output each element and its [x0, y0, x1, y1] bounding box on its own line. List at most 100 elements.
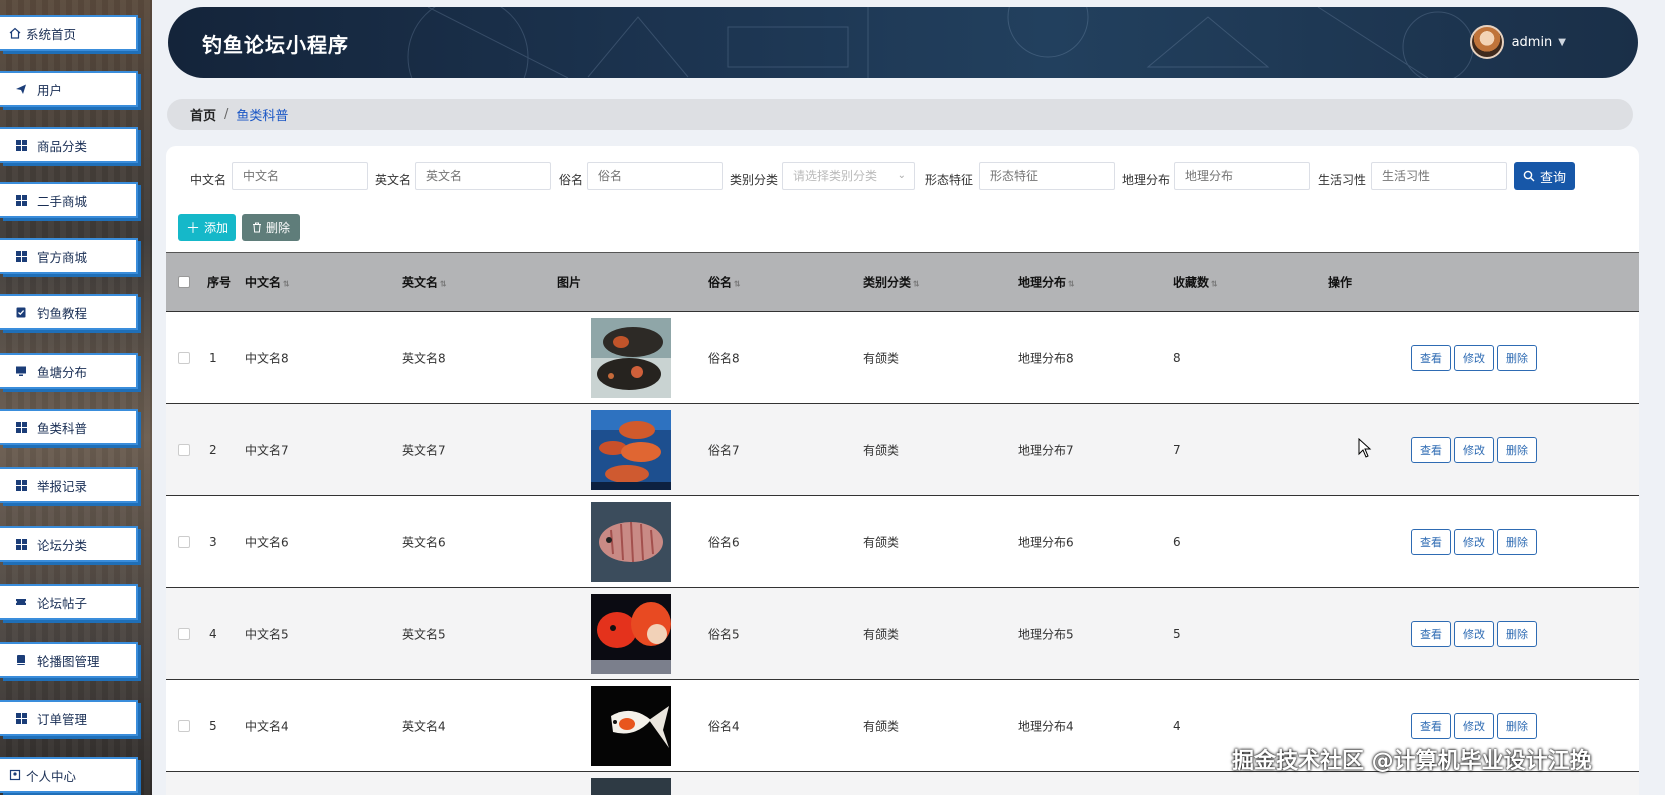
delete-button[interactable]: 删除: [1497, 620, 1537, 647]
sidebar-item-fish-science[interactable]: 鱼类科普: [0, 409, 138, 445]
search-label-cn-name: 中文名: [190, 173, 227, 187]
cell-cn-name: 中文名7: [245, 443, 289, 457]
fish-image-striped-cichlid[interactable]: [591, 501, 671, 582]
breadcrumb-separator: /: [224, 107, 229, 122]
delete-button[interactable]: 删除: [1497, 344, 1537, 371]
grid-icon: [14, 711, 28, 725]
add-button[interactable]: ＋ 添加: [178, 214, 236, 241]
fish-image-oscar-aquarium[interactable]: [591, 409, 671, 490]
sidebar-item-order-management[interactable]: 订单管理: [0, 700, 138, 736]
column-header-image: 图片: [557, 275, 582, 290]
row-checkbox[interactable]: [178, 627, 190, 640]
table-header: 序号 中文名 ⇅ 英文名 ⇅ 图片 俗名 ⇅ 类别分类 ⇅ 地理分布 ⇅ 收藏数 ⇅ 操作: [166, 253, 1639, 312]
sidebar-item-users[interactable]: 用户: [0, 71, 138, 107]
sidebar-item-fish-pond-map[interactable]: 鱼塘分布: [0, 353, 138, 389]
edit-button[interactable]: 修改: [1454, 528, 1494, 555]
query-button[interactable]: 查询: [1514, 162, 1575, 190]
sidebar-item-label: 商品分类: [37, 138, 88, 154]
row-checkbox[interactable]: [178, 443, 190, 456]
table-row: 1 中文名8 英文名8 俗名8 有颌类 地理分布8 8 查看 修改 删除: [166, 312, 1639, 404]
cell-index: 2: [209, 442, 217, 457]
breadcrumb-home[interactable]: 首页: [190, 105, 216, 124]
sidebar: 系统首页 用户 商品分类 二手商城 官方商城 钓鱼教程 鱼塘分布 鱼类科普 举报…: [0, 0, 152, 795]
sidebar-item-second-hand-mall[interactable]: 二手商城: [0, 182, 138, 218]
edit-button[interactable]: 修改: [1454, 344, 1494, 371]
view-button[interactable]: 查看: [1411, 436, 1451, 463]
row-actions: 查看 修改 删除: [1411, 528, 1537, 555]
sidebar-item-product-category[interactable]: 商品分类: [0, 127, 138, 163]
sidebar-item-fishing-tutorial[interactable]: 钓鱼教程: [0, 294, 138, 330]
batch-delete-button[interactable]: 删除: [242, 214, 300, 241]
row-checkbox[interactable]: [178, 719, 190, 732]
delete-button-label: 删除: [265, 221, 290, 235]
select-all-checkbox[interactable]: [178, 276, 190, 288]
search-region-input[interactable]: [1174, 162, 1310, 190]
cell-category: 有颌类: [863, 351, 900, 365]
sidebar-item-label: 举报记录: [37, 478, 88, 494]
row-checkbox[interactable]: [178, 535, 190, 548]
mouse-cursor-icon: [1358, 438, 1372, 458]
cell-index: 3: [209, 534, 217, 549]
sidebar-item-label: 论坛分类: [37, 537, 88, 553]
sidebar-item-report-records[interactable]: 举报记录: [0, 467, 138, 503]
cell-favorites: 8: [1173, 350, 1181, 365]
sidebar-item-label: 二手商城: [37, 193, 88, 209]
search-label-common-name: 俗名: [559, 173, 584, 187]
sort-icon: ⇅: [440, 279, 447, 289]
sidebar-item-home[interactable]: 系统首页: [0, 15, 138, 51]
search-en-name-input[interactable]: [415, 162, 551, 190]
cell-region: 地理分布5: [1018, 627, 1074, 641]
search-bar: 中文名 英文名 俗名 类别分类 请选择类别分类 ⌄ 形态特征 地理分布 生活习性…: [166, 162, 1639, 192]
search-cn-name-input[interactable]: [232, 162, 368, 190]
column-header-en-name[interactable]: 英文名 ⇅: [402, 274, 447, 291]
search-category-select[interactable]: 请选择类别分类 ⌄: [782, 162, 915, 190]
grid-icon: [14, 420, 28, 434]
sidebar-item-forum-posts[interactable]: 论坛帖子: [0, 584, 138, 620]
cell-cn-name: 中文名5: [245, 627, 289, 641]
search-habits-input[interactable]: [1371, 162, 1507, 190]
fish-image-oscar-dark[interactable]: [591, 317, 671, 398]
user-menu[interactable]: admin ▼: [1469, 25, 1566, 59]
trash-icon: [252, 222, 261, 233]
avatar: [1469, 25, 1504, 59]
row-actions: 查看 修改 删除: [1411, 620, 1537, 647]
search-common-name-input[interactable]: [587, 162, 723, 190]
delete-button[interactable]: 删除: [1497, 712, 1537, 739]
cell-favorites: 7: [1173, 442, 1181, 457]
column-header-favorites[interactable]: 收藏数 ⇅: [1173, 274, 1218, 291]
view-button[interactable]: 查看: [1411, 620, 1451, 647]
sidebar-item-forum-category[interactable]: 论坛分类: [0, 526, 138, 562]
sidebar-item-carousel-management[interactable]: 轮播图管理: [0, 642, 138, 678]
row-actions: 查看 修改 删除: [1411, 436, 1537, 463]
grid-icon: [14, 478, 28, 492]
cell-common-name: 俗名4: [708, 719, 740, 733]
clipboard-check-icon: [14, 305, 28, 319]
cell-favorites: 5: [1173, 626, 1181, 641]
edit-button[interactable]: 修改: [1454, 620, 1494, 647]
view-button[interactable]: 查看: [1411, 528, 1451, 555]
column-header-region[interactable]: 地理分布 ⇅: [1018, 274, 1075, 291]
cell-region: 地理分布6: [1018, 535, 1074, 549]
cell-common-name: 俗名5: [708, 627, 740, 641]
cell-category: 有颌类: [863, 719, 900, 733]
sidebar-item-official-mall[interactable]: 官方商城: [0, 238, 138, 274]
delete-button[interactable]: 删除: [1497, 528, 1537, 555]
row-checkbox[interactable]: [178, 351, 190, 364]
column-header-cn-name[interactable]: 中文名 ⇅: [245, 274, 290, 291]
main-panel: 中文名 英文名 俗名 类别分类 请选择类别分类 ⌄ 形态特征 地理分布 生活习性…: [166, 146, 1639, 795]
fish-image-red-parrot[interactable]: [591, 593, 671, 674]
edit-button[interactable]: 修改: [1454, 712, 1494, 739]
username: admin: [1511, 34, 1553, 50]
sidebar-item-personal-center[interactable]: 个人中心: [0, 757, 138, 793]
view-button[interactable]: 查看: [1411, 344, 1451, 371]
cell-cn-name: 中文名6: [245, 535, 289, 549]
search-morphology-input[interactable]: [979, 162, 1115, 190]
column-header-category[interactable]: 类别分类 ⇅: [863, 274, 920, 291]
delete-button[interactable]: 删除: [1497, 436, 1537, 463]
edit-button[interactable]: 修改: [1454, 436, 1494, 463]
sidebar-item-label: 鱼塘分布: [37, 364, 88, 380]
fish-image-goldfish[interactable]: [591, 685, 671, 766]
cell-en-name: 英文名8: [402, 351, 446, 365]
column-header-common-name[interactable]: 俗名 ⇅: [708, 274, 741, 291]
view-button[interactable]: 查看: [1411, 712, 1451, 739]
